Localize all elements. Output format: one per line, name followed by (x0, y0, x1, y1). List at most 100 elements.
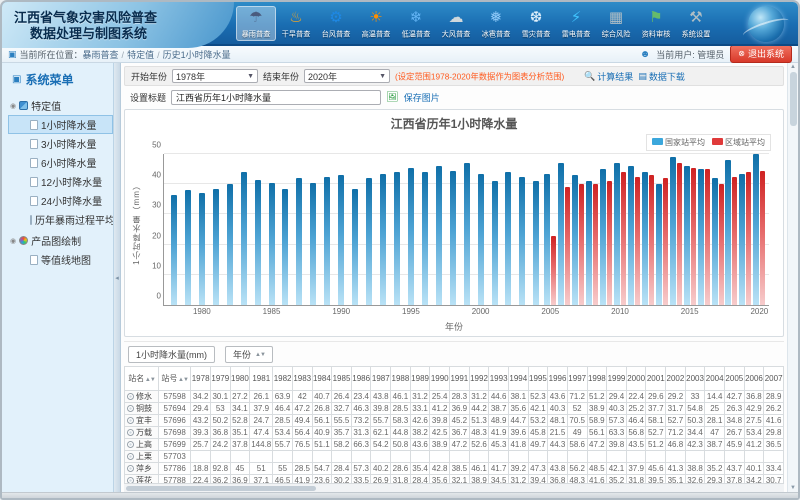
bar-national-2010[interactable] (614, 163, 620, 305)
bar-national-2013[interactable] (656, 184, 662, 305)
bar-national-1982[interactable] (227, 184, 233, 305)
bar-regional-2017[interactable] (719, 184, 724, 305)
station-name-cell[interactable]: 上高 (125, 439, 159, 451)
bar-regional-2006[interactable] (565, 187, 570, 305)
sidebar-splitter[interactable]: ◂ (114, 63, 121, 492)
toolbar-item-high-temp[interactable]: ☀高温普查 (356, 6, 396, 41)
toolbar-item-map-review[interactable]: ⚑资料审核 (636, 6, 676, 41)
row-select-icon[interactable] (127, 417, 134, 424)
bar-regional-2014[interactable] (677, 163, 682, 305)
vertical-scrollbar[interactable]: ▲ ▼ (787, 63, 798, 492)
sidebar-item-历年暴雨过程平均频次[interactable]: 历年暴雨过程平均频次 (8, 210, 113, 229)
bar-national-1981[interactable] (213, 189, 219, 305)
sidebar-item-12小时降水量[interactable]: 12小时降水量 (8, 172, 113, 191)
breadcrumb-item[interactable]: 历史1小时降水量 (163, 50, 231, 60)
bar-national-2012[interactable] (642, 172, 648, 305)
sidebar-group-产品图绘制[interactable]: ◉产品图绘制 (8, 231, 113, 250)
sidebar-item-24小时降水量[interactable]: 24小时降水量 (8, 191, 113, 210)
toolbar-item-calculator[interactable]: ▦综合风险 (596, 6, 636, 41)
download-button[interactable]: ▤ 数据下载 (638, 70, 685, 83)
station-name-cell[interactable]: 上栗 (125, 451, 159, 463)
station-name-cell[interactable]: 宜丰 (125, 415, 159, 427)
bar-national-1984[interactable] (255, 180, 261, 305)
bar-national-1994[interactable] (394, 172, 400, 305)
bar-national-2007[interactable] (572, 175, 578, 305)
bar-national-1985[interactable] (269, 183, 275, 305)
bar-national-2019[interactable] (739, 174, 745, 305)
bar-national-2016[interactable] (698, 169, 704, 305)
table-row[interactable]: 宜丰5769643.250.252.824.728.549.456.155.57… (125, 415, 784, 427)
column-header-station-name[interactable]: 站名 ▲▼ (125, 367, 159, 391)
table-row[interactable]: 铜鼓5769429.45334.137.946.447.226.832.746.… (125, 403, 784, 415)
table-row[interactable]: 上高5769925.724.237.8144.855.776.551.158.2… (125, 439, 784, 451)
scroll-up-icon[interactable]: ▲ (790, 64, 796, 70)
sidebar-item-3小时降水量[interactable]: 3小时降水量 (8, 134, 113, 153)
bar-national-2020[interactable] (753, 154, 759, 305)
bar-regional-2018[interactable] (732, 177, 737, 305)
toolbar-item-wind[interactable]: ☁大风普查 (436, 6, 476, 41)
start-year-select[interactable]: 1978年 ▼ (172, 69, 258, 83)
bar-regional-2010[interactable] (621, 172, 626, 305)
bar-national-1992[interactable] (366, 178, 372, 305)
row-select-icon[interactable] (127, 465, 134, 472)
bar-regional-2005[interactable] (551, 236, 556, 305)
bar-regional-2007[interactable] (579, 184, 584, 305)
bar-national-1983[interactable] (241, 172, 247, 305)
metric-filter-box[interactable]: 1小时降水量(mm) (128, 346, 215, 363)
bar-national-2004[interactable] (533, 181, 539, 305)
toolbar-item-snow[interactable]: ❆雪灾普查 (516, 6, 556, 41)
scroll-down-icon[interactable]: ▼ (790, 485, 796, 491)
sidebar-group-特定值[interactable]: ◉特定值 (8, 96, 113, 115)
bar-national-2000[interactable] (478, 174, 484, 305)
save-image-button[interactable]: 保存图片 (404, 91, 440, 104)
table-row[interactable]: 上栗57703 (125, 451, 784, 463)
toolbar-item-hail[interactable]: ❅冰雹普查 (476, 6, 516, 41)
bar-national-2015[interactable] (684, 166, 690, 305)
bar-national-1980[interactable] (199, 193, 205, 305)
toolbar-item-lightning[interactable]: ⚡雷电普查 (556, 6, 596, 41)
bar-national-1996[interactable] (422, 172, 428, 305)
row-select-icon[interactable] (127, 441, 134, 448)
bar-national-1991[interactable] (352, 189, 358, 305)
bar-national-1995[interactable] (408, 168, 414, 305)
bar-national-1988[interactable] (310, 183, 316, 305)
bar-national-2011[interactable] (628, 166, 634, 305)
toolbar-item-rainstorm[interactable]: ☂暴雨普查 (236, 6, 276, 41)
bar-national-2014[interactable] (670, 157, 676, 305)
toolbar-item-typhoon[interactable]: ⚙台风普查 (316, 6, 356, 41)
row-select-icon[interactable] (127, 405, 134, 412)
bar-regional-2019[interactable] (746, 172, 751, 305)
bar-national-2009[interactable] (600, 169, 606, 305)
bar-national-1997[interactable] (436, 166, 442, 305)
bar-regional-2020[interactable] (760, 171, 765, 305)
bar-regional-2012[interactable] (649, 175, 654, 305)
bar-national-1989[interactable] (324, 177, 330, 305)
toolbar-item-settings-wrench[interactable]: ⚒系统设置 (676, 6, 716, 41)
bar-regional-2015[interactable] (691, 168, 696, 305)
year-sort-box[interactable]: 年份 ▲▼ (225, 346, 273, 363)
bar-regional-2013[interactable] (663, 178, 668, 305)
sidebar-item-6小时降水量[interactable]: 6小时降水量 (8, 153, 113, 172)
table-row[interactable]: 萍乡5778618.892.845515528.554.728.457.340.… (125, 463, 784, 475)
vertical-scrollbar-thumb[interactable] (790, 72, 797, 126)
bar-national-1979[interactable] (185, 190, 191, 305)
breadcrumb-item[interactable]: 暴雨普查 (83, 50, 119, 60)
bar-national-2008[interactable] (586, 181, 592, 305)
horizontal-scrollbar-thumb[interactable] (126, 486, 316, 491)
row-select-icon[interactable] (127, 429, 134, 436)
bar-regional-2008[interactable] (593, 184, 598, 305)
bar-national-2003[interactable] (519, 177, 525, 305)
end-year-select[interactable]: 2020年 ▼ (304, 69, 390, 83)
horizontal-scrollbar[interactable] (124, 483, 784, 492)
bar-national-1990[interactable] (338, 175, 344, 305)
bar-national-2002[interactable] (505, 172, 511, 305)
bar-national-2001[interactable] (492, 181, 498, 305)
bar-regional-2009[interactable] (607, 181, 612, 305)
calculate-button[interactable]: 🔍 计算结果 (584, 70, 633, 83)
bar-national-1998[interactable] (450, 171, 456, 305)
station-name-cell[interactable]: 万载 (125, 427, 159, 439)
chart-title-input[interactable] (171, 90, 381, 105)
bar-national-2017[interactable] (712, 178, 718, 305)
toolbar-item-drought[interactable]: ♨干旱普查 (276, 6, 316, 41)
row-select-icon[interactable] (127, 453, 134, 460)
